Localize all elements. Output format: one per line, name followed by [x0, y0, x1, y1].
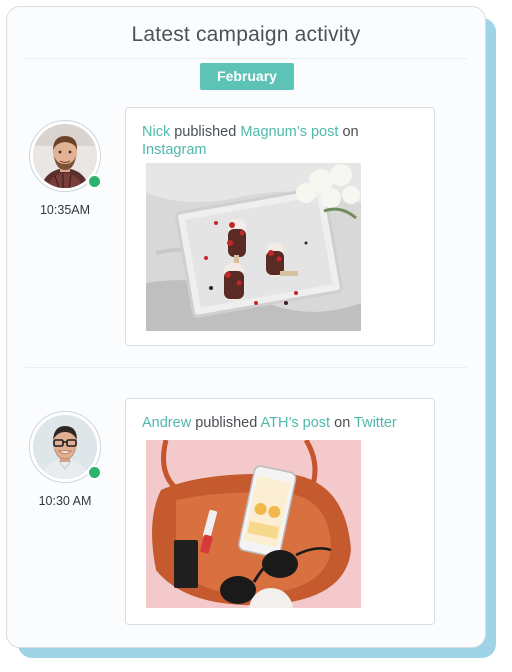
- activity-time: 10:30 AM: [38, 494, 92, 508]
- online-status-dot: [87, 174, 102, 189]
- title-divider: [25, 58, 467, 59]
- online-status-dot: [87, 465, 102, 480]
- activity-post-card[interactable]: Nick published Magnum’s post on Instagra…: [125, 107, 435, 346]
- panel-title: Latest campaign activity: [131, 23, 361, 46]
- campaign-activity-panel: Latest campaign activity February 10:35A…: [6, 6, 486, 648]
- activity-description: Nick published Magnum’s post on Instagra…: [142, 123, 424, 159]
- preposition-text: on: [334, 415, 351, 431]
- preposition-text: on: [342, 124, 359, 140]
- avatar-nick[interactable]: [29, 120, 102, 192]
- post-link[interactable]: Magnum’s post: [240, 124, 338, 140]
- activity-divider: [25, 367, 467, 368]
- post-link[interactable]: ATH’s post: [261, 415, 331, 431]
- user-link[interactable]: Nick: [142, 124, 170, 140]
- platform-link[interactable]: Twitter: [354, 415, 397, 431]
- action-text: published: [174, 124, 237, 140]
- platform-link[interactable]: Instagram: [142, 142, 206, 158]
- user-link[interactable]: Andrew: [142, 415, 191, 431]
- action-text: published: [195, 415, 258, 431]
- activity-description: Andrew published ATH’s post on Twitter: [142, 414, 424, 432]
- activity-time: 10:35AM: [39, 203, 91, 217]
- month-badge[interactable]: February: [200, 63, 294, 90]
- post-image-dessert[interactable]: [146, 163, 361, 331]
- post-image-bag-phone[interactable]: [146, 440, 361, 608]
- avatar-andrew[interactable]: [29, 411, 102, 483]
- activity-post-card[interactable]: Andrew published ATH’s post on Twitter: [125, 398, 435, 625]
